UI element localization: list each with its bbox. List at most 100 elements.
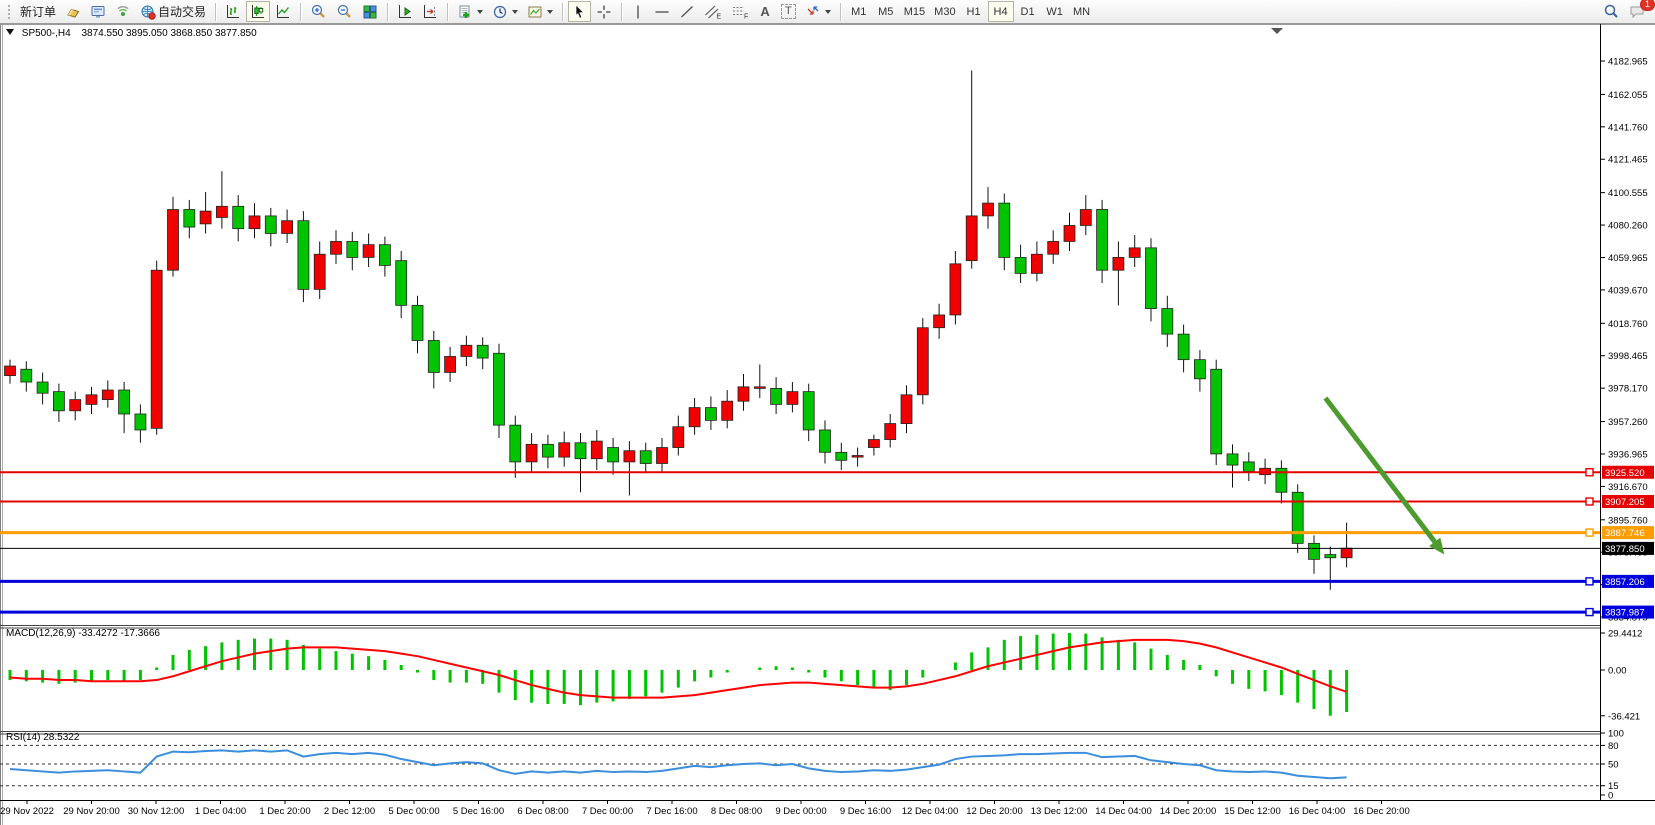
svg-text:3887.746: 3887.746 <box>1605 528 1645 539</box>
trading-platform-window: { "toolbar": { "new_order_label": "新订单",… <box>0 0 1655 825</box>
monitor-icon <box>90 4 106 20</box>
horizontal-line-tool-button[interactable] <box>650 1 674 22</box>
equidistant-channel-tool-button[interactable]: E <box>700 1 726 22</box>
dropdown-caret-icon <box>477 10 483 14</box>
svg-text:14 Dec 20:00: 14 Dec 20:00 <box>1160 806 1217 817</box>
dropdown-caret-icon <box>547 10 553 14</box>
market-watch-button[interactable] <box>86 1 110 22</box>
separator <box>562 3 563 21</box>
svg-text:2 Dec 12:00: 2 Dec 12:00 <box>324 806 375 817</box>
candlestick-series[interactable] <box>5 71 1353 590</box>
template-icon <box>527 4 543 20</box>
trendline-tool-button[interactable] <box>675 1 699 22</box>
vertical-line-tool-button[interactable] <box>627 1 649 22</box>
horizontal-lines[interactable] <box>0 469 1600 616</box>
chart-title: SP500-,H4 3874.550 3895.050 3868.850 387… <box>6 28 257 39</box>
text-label-tool-button[interactable]: T <box>777 1 800 22</box>
chart-frame <box>0 24 1655 825</box>
trendline-icon <box>679 4 695 20</box>
indicators-button[interactable] <box>453 1 487 22</box>
notifications-button[interactable]: 1 <box>1625 1 1651 22</box>
zoom-out-button[interactable] <box>332 1 357 22</box>
chart-shift-marker-icon[interactable] <box>1271 28 1283 34</box>
auto-trading-button[interactable]: 自动交易 <box>136 1 210 22</box>
timeframe-w1[interactable]: W1 <box>1042 1 1068 22</box>
timeframe-m1[interactable]: M1 <box>846 1 872 22</box>
timeframe-m15[interactable]: M15 <box>900 1 929 22</box>
auto-scroll-button[interactable] <box>393 1 417 22</box>
svg-text:6 Dec 08:00: 6 Dec 08:00 <box>517 806 568 817</box>
svg-text:3998.465: 3998.465 <box>1608 351 1648 362</box>
timeframe-m30[interactable]: M30 <box>930 1 959 22</box>
periods-button[interactable] <box>488 1 522 22</box>
tile-windows-icon <box>362 4 378 20</box>
timeframe-m5[interactable]: M5 <box>873 1 899 22</box>
svg-text:4121.465: 4121.465 <box>1608 155 1648 166</box>
svg-text:13 Dec 12:00: 13 Dec 12:00 <box>1031 806 1088 817</box>
zoom-in-button[interactable] <box>306 1 331 22</box>
crosshair-tool-button[interactable] <box>592 1 616 22</box>
svg-text:7 Dec 16:00: 7 Dec 16:00 <box>646 806 697 817</box>
fibonacci-icon: F <box>731 4 749 20</box>
channel-tag-letter: E <box>717 13 722 20</box>
candlestick-chart-type-button[interactable] <box>246 1 270 22</box>
signal-button[interactable] <box>111 1 135 22</box>
toolbar: 新订单 <box>0 0 1655 24</box>
chart-area: 4182.9654162.0554141.7604121.4654100.555… <box>0 24 1655 825</box>
svg-text:4080.260: 4080.260 <box>1608 221 1648 232</box>
auto-trading-label: 自动交易 <box>158 3 206 20</box>
search-button[interactable] <box>1599 1 1624 22</box>
svg-text:16 Dec 20:00: 16 Dec 20:00 <box>1353 806 1410 817</box>
svg-text:29 Nov 2022: 29 Nov 2022 <box>0 806 54 817</box>
auto-trading-globe-icon <box>140 4 156 20</box>
macd-indicator-label: MACD(12,26,9) -33.4272 -17.3666 <box>6 628 160 639</box>
text-tool-button[interactable]: A <box>754 1 776 22</box>
timeframe-h4[interactable]: H4 <box>988 1 1014 22</box>
line-chart-type-button[interactable] <box>271 1 295 22</box>
price-axis[interactable]: 4182.9654162.0554141.7604121.4654100.555… <box>1600 57 1648 802</box>
svg-text:3925.520: 3925.520 <box>1605 468 1645 479</box>
svg-text:50: 50 <box>1608 760 1619 771</box>
svg-text:5 Dec 00:00: 5 Dec 00:00 <box>388 806 439 817</box>
timeframe-h1[interactable]: H1 <box>961 1 987 22</box>
collapse-triangle-icon[interactable] <box>6 29 14 35</box>
chart-canvas[interactable]: 4182.9654162.0554141.7604121.4654100.555… <box>0 24 1655 825</box>
svg-text:3837.987: 3837.987 <box>1605 608 1645 619</box>
zoom-out-icon <box>336 3 353 20</box>
timeframe-d1[interactable]: D1 <box>1015 1 1041 22</box>
gold-bar-button[interactable] <box>61 1 85 22</box>
time-axis[interactable]: 29 Nov 2022 29 Nov 20:00 30 Nov 12:00 1 Dec… <box>0 800 1410 817</box>
signal-icon <box>115 4 131 20</box>
svg-text:29 Nov 20:00: 29 Nov 20:00 <box>63 806 120 817</box>
svg-text:3957.260: 3957.260 <box>1608 417 1648 428</box>
svg-text:4039.670: 4039.670 <box>1608 285 1648 296</box>
svg-text:3895.760: 3895.760 <box>1608 515 1648 526</box>
timeframe-mn[interactable]: MN <box>1069 1 1095 22</box>
cursor-tool-button[interactable] <box>568 1 591 22</box>
notification-badge: 1 <box>1640 0 1655 11</box>
rsi-indicator[interactable] <box>0 745 1600 785</box>
templates-button[interactable] <box>523 1 557 22</box>
svg-text:80: 80 <box>1608 741 1619 752</box>
new-order-button[interactable]: 新订单 <box>16 1 60 22</box>
arrows-tool-button[interactable] <box>801 1 835 22</box>
chart-shift-button[interactable] <box>418 1 442 22</box>
bar-chart-type-button[interactable] <box>221 1 245 22</box>
svg-text:29.4412: 29.4412 <box>1608 629 1642 640</box>
tile-windows-button[interactable] <box>358 1 382 22</box>
svg-text:16 Dec 04:00: 16 Dec 04:00 <box>1289 806 1346 817</box>
fibonacci-tool-button[interactable]: F <box>727 1 753 22</box>
chart-shift-icon <box>422 4 438 20</box>
horizontal-line-icon <box>654 4 670 20</box>
trend-arrow-annotation[interactable] <box>1325 398 1444 555</box>
svg-text:3857.206: 3857.206 <box>1605 577 1645 588</box>
svg-text:9 Dec 00:00: 9 Dec 00:00 <box>775 806 826 817</box>
svg-text:3936.965: 3936.965 <box>1608 449 1648 460</box>
svg-text:7 Dec 00:00: 7 Dec 00:00 <box>582 806 633 817</box>
svg-text:1 Dec 04:00: 1 Dec 04:00 <box>195 806 246 817</box>
macd-indicator[interactable] <box>10 633 1347 716</box>
dropdown-caret-icon <box>825 10 831 14</box>
svg-text:100: 100 <box>1608 729 1624 740</box>
svg-text:30 Nov 12:00: 30 Nov 12:00 <box>128 806 185 817</box>
toolbar-grip[interactable] <box>7 4 12 20</box>
